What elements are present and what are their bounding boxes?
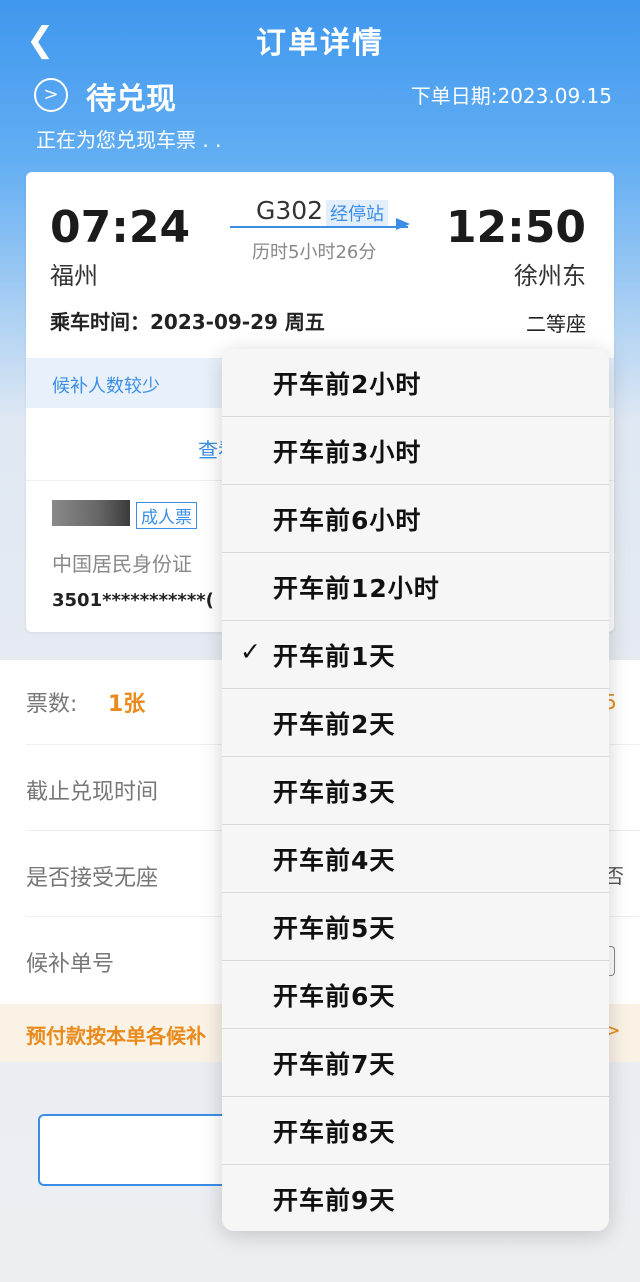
stops-link[interactable]: 经停站 (326, 200, 388, 226)
status-title: 待兑现 (86, 82, 176, 117)
checkmark-icon: ✓ (240, 637, 261, 666)
ticket-count-value: 1张 (108, 692, 146, 717)
menu-option-label: 开车前2小时 (273, 370, 422, 399)
ticket-type-badge: 成人票 (136, 502, 197, 529)
order-date: 下单日期:2023.09.15 (410, 84, 612, 108)
menu-option[interactable]: 开车前6小时 (222, 485, 609, 553)
ticket-count-label: 票数: (26, 692, 78, 717)
route-line (230, 226, 408, 228)
route-arrow-icon (396, 218, 410, 230)
menu-option-label: 开车前5天 (273, 914, 396, 943)
ride-date: 乘车时间：2023-09-29 周五 (50, 310, 325, 334)
menu-option-selected[interactable]: ✓ 开车前1天 (222, 621, 609, 689)
menu-option[interactable]: 开车前9天 (222, 1165, 609, 1231)
menu-option[interactable]: 开车前3小时 (222, 417, 609, 485)
menu-option-label: 开车前6天 (273, 982, 396, 1011)
trip-duration: 历时5小时26分 (252, 242, 377, 263)
status-subtitle: 正在为您兑现车票 . . (36, 128, 222, 152)
departure-station: 福州 (50, 262, 98, 290)
id-number: 3501***********( (52, 590, 214, 611)
id-type: 中国居民身份证 (52, 552, 192, 576)
order-number-label: 候补单号 (26, 952, 115, 977)
notice-text: 预付款按本单各候补 (26, 1024, 206, 1048)
menu-option-label: 开车前4天 (273, 846, 396, 875)
menu-option[interactable]: 开车前3天 (222, 757, 609, 825)
menu-option-label: 开车前3小时 (273, 438, 422, 467)
departure-time: 07:24 (50, 202, 191, 253)
deadline-dropdown-menu: 开车前2小时 开车前3小时 开车前6小时 开车前12小时 ✓ 开车前1天 开车前2… (222, 349, 609, 1231)
menu-option[interactable]: 开车前7天 (222, 1029, 609, 1097)
menu-option-label: 开车前3天 (273, 778, 396, 807)
menu-option[interactable]: 开车前6天 (222, 961, 609, 1029)
menu-option-label: 开车前12小时 (273, 574, 440, 603)
deadline-label[interactable]: 截止兑现时间 (26, 774, 158, 806)
menu-option-label: 开车前7天 (273, 1050, 396, 1079)
menu-option[interactable]: 开车前2小时 (222, 349, 609, 417)
passenger-name-redacted (52, 500, 130, 526)
page-title: 订单详情 (256, 26, 384, 61)
menu-option[interactable]: 开车前8天 (222, 1097, 609, 1165)
menu-option[interactable]: 开车前2天 (222, 689, 609, 757)
menu-option[interactable]: 开车前12小时 (222, 553, 609, 621)
menu-option[interactable]: 开车前4天 (222, 825, 609, 893)
standing-accept-label[interactable]: 是否接受无座 (26, 860, 158, 892)
waitlist-note: 候补人数较少 (52, 376, 160, 397)
menu-option-label: 开车前2天 (273, 710, 396, 739)
menu-option-label: 开车前1天 (273, 642, 396, 671)
arrival-station: 徐州东 (514, 262, 586, 290)
circle-arrow-icon: > (34, 78, 68, 112)
arrival-time: 12:50 (445, 202, 586, 253)
menu-option-label: 开车前9天 (273, 1186, 396, 1215)
menu-option-label: 开车前8天 (273, 1118, 396, 1147)
seat-class: 二等座 (526, 312, 586, 336)
menu-option-label: 开车前6小时 (273, 506, 422, 535)
menu-option[interactable]: 开车前5天 (222, 893, 609, 961)
train-number: G302 (256, 196, 324, 225)
